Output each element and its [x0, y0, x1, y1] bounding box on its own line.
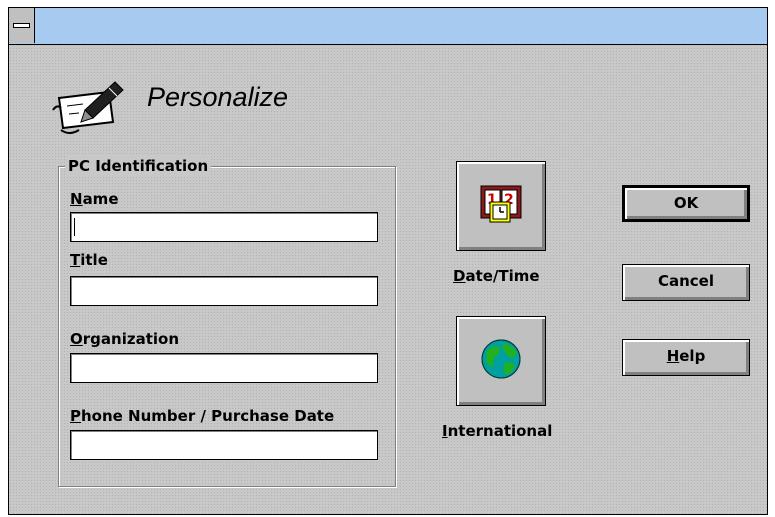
organization-label: Organization: [70, 330, 179, 348]
cancel-button[interactable]: Cancel: [622, 264, 750, 301]
phone-purchase-input[interactable]: [70, 430, 378, 460]
system-menu-button[interactable]: [9, 8, 35, 43]
international-label: International: [442, 422, 553, 440]
date-time-label: Date/Time: [453, 267, 540, 285]
international-button[interactable]: [456, 316, 546, 406]
dialog-title: Personalize: [147, 82, 289, 112]
ok-button[interactable]: OK: [622, 185, 750, 222]
text-caret: [74, 218, 75, 236]
date-time-button[interactable]: 1 2: [456, 161, 546, 251]
pc-identification-label: PC Identification: [65, 156, 212, 176]
name-input[interactable]: [70, 212, 378, 242]
globe-icon: [481, 339, 521, 379]
name-label: Name: [70, 190, 119, 208]
dialog-header: Personalize: [49, 70, 349, 140]
title-label: Title: [70, 251, 108, 269]
title-bar[interactable]: [9, 8, 767, 45]
organization-input[interactable]: [70, 353, 378, 383]
phone-purchase-label: Phone Number / Purchase Date: [70, 407, 335, 425]
calendar-clock-icon: 1 2: [480, 185, 522, 223]
system-menu-icon: [13, 23, 30, 28]
help-button[interactable]: Help: [622, 339, 750, 376]
pen-and-paper-icon: [52, 81, 124, 134]
personalize-window: Personalize PC Identification Name Title…: [8, 7, 768, 515]
title-input[interactable]: [70, 276, 378, 306]
